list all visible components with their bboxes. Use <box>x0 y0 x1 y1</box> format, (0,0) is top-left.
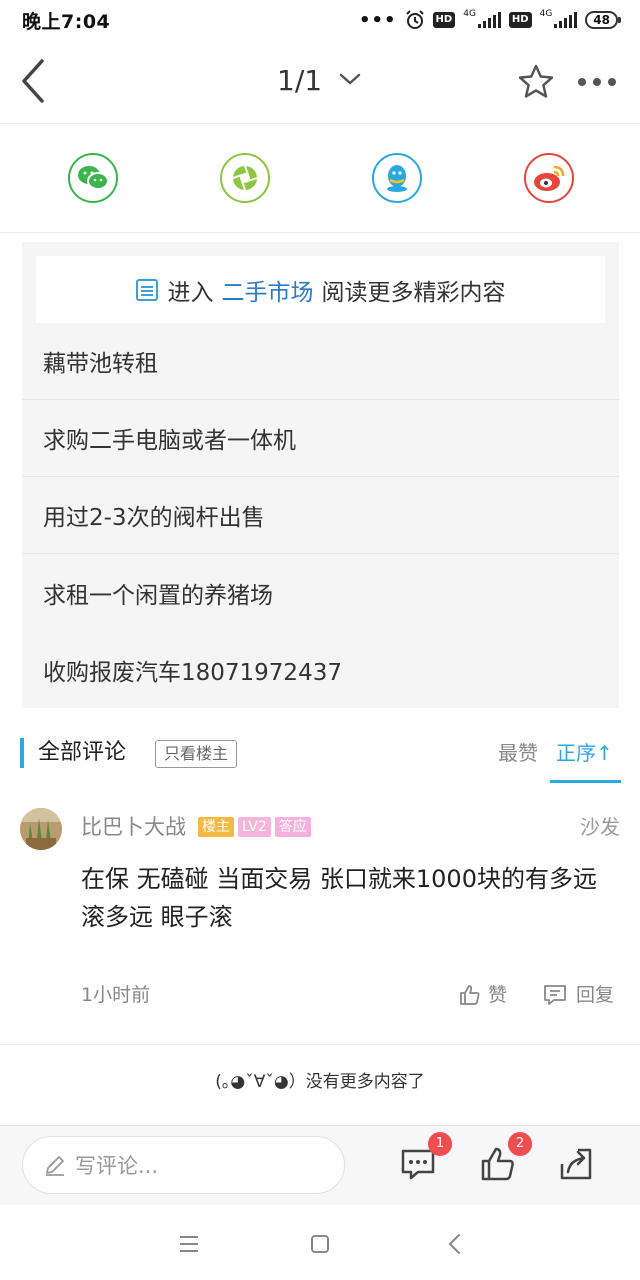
share-weibo-button[interactable] <box>524 153 574 203</box>
comment-timestamp: 1小时前 <box>81 984 151 1006</box>
moments-icon <box>232 165 258 191</box>
document-icon <box>135 278 158 301</box>
avatar-image <box>20 808 62 850</box>
thumbs-up-icon <box>460 985 480 1005</box>
comment-item: 比巴卜大战 楼主 LV2 答应 沙发 在保 无磕碰 当面交易 张口就来1000块… <box>0 800 640 1045</box>
wechat-icon <box>78 166 109 190</box>
system-nav-bar <box>0 1205 640 1280</box>
comment-reply-button[interactable]: 回复 <box>542 980 614 1010</box>
comments-header: 全部评论 只看楼主 最赞 正序↑ <box>0 722 640 784</box>
no-more-content-text: (｡◕ˇ∀ˇ◕）没有更多内容了 <box>215 1072 425 1092</box>
market-link[interactable]: 二手市场 <box>222 273 314 307</box>
like-label: 赞 <box>488 984 508 1006</box>
banner-prefix: 进入 <box>167 279 214 306</box>
battery-indicator: 48 <box>585 11 621 29</box>
share-button[interactable] <box>556 1144 596 1184</box>
comments-button[interactable]: 1 <box>398 1132 452 1184</box>
market-list-item[interactable]: 用过2-3次的阀杆出售 <box>22 477 619 554</box>
owner-badge: 楼主 <box>198 817 234 837</box>
home-button[interactable] <box>305 1229 335 1259</box>
network-type-1: 4G <box>463 8 476 19</box>
more-dot <box>593 78 601 86</box>
header-bar: 1/1 <box>0 40 640 124</box>
network-type-2: 4G <box>539 8 553 19</box>
market-list-item[interactable]: 藕带池转租 <box>22 323 619 400</box>
like-count-badge: 2 <box>508 1132 532 1156</box>
active-tab-indicator <box>550 780 621 783</box>
signal-icon-1 <box>477 12 501 28</box>
more-options-button[interactable] <box>578 72 622 92</box>
chevron-down-icon <box>339 73 361 85</box>
chevron-left-icon <box>448 1234 460 1254</box>
market-card: 进入 二手市场 阅读更多精彩内容 藕带池转租 求购二手电脑或者一体机 用过2-3… <box>22 242 619 708</box>
like-post-button[interactable]: 2 <box>478 1132 532 1184</box>
market-list-item[interactable]: 求租一个闲置的养猪场 <box>22 554 619 631</box>
answer-badge: 答应 <box>274 817 311 837</box>
comments-title: 全部评论 <box>38 740 127 765</box>
comment-text: 在保 无磕碰 当面交易 张口就来1000块的有多远滚多远 眼子滚 <box>81 865 597 931</box>
page-indicator-label: 1/1 <box>277 64 323 97</box>
share-wechat-button[interactable] <box>68 153 118 203</box>
share-moments-button[interactable] <box>220 153 270 203</box>
reply-icon <box>544 985 566 1005</box>
floor-label: 沙发 <box>580 815 620 839</box>
comment-user-name[interactable]: 比巴卜大战 <box>81 812 186 842</box>
comment-input-placeholder: 写评论... <box>75 1154 159 1178</box>
notification-dots: ••• <box>359 9 397 31</box>
status-icons: ••• HD 4G HD 4G 48 <box>359 8 621 31</box>
signal-icon-2 <box>554 12 578 28</box>
share-row <box>0 125 640 233</box>
market-list-item[interactable]: 收购报废汽车18071972437 <box>22 631 619 708</box>
favorite-button[interactable] <box>516 62 556 102</box>
home-square-icon <box>311 1235 329 1253</box>
menu-icon <box>180 1236 198 1252</box>
banner-suffix: 阅读更多精彩内容 <box>321 279 506 306</box>
status-time: 晚上7:04 <box>22 10 111 33</box>
qq-icon <box>387 165 407 192</box>
market-banner[interactable]: 进入 二手市场 阅读更多精彩内容 <box>36 256 605 323</box>
owner-only-filter[interactable]: 只看楼主 <box>155 740 238 768</box>
share-icon <box>560 1148 592 1180</box>
reply-label: 回复 <box>576 984 615 1006</box>
share-qq-button[interactable] <box>372 153 422 203</box>
comment-like-button[interactable]: 赞 <box>458 980 507 1010</box>
hd-badge-1: HD <box>432 12 456 28</box>
comment-input[interactable]: 写评论... <box>22 1136 345 1194</box>
user-badges: 楼主 LV2 答应 <box>198 817 311 837</box>
more-dot <box>578 78 586 86</box>
star-icon <box>518 64 554 98</box>
more-dot <box>608 78 616 86</box>
sort-by-likes-tab[interactable]: 最赞 <box>498 738 538 768</box>
sort-ascending-tab[interactable]: 正序↑ <box>556 738 613 768</box>
alarm-icon <box>405 10 424 29</box>
avatar[interactable] <box>20 808 62 850</box>
status-bar: 晚上7:04 ••• HD 4G HD 4G 48 <box>0 0 640 40</box>
weibo-icon <box>534 165 565 191</box>
bottom-action-bar: 写评论... 1 2 <box>0 1125 640 1205</box>
recent-apps-button[interactable] <box>174 1229 204 1259</box>
hd-badge-2: HD <box>508 12 532 28</box>
section-accent-bar <box>20 738 24 768</box>
level-badge: LV2 <box>238 817 271 837</box>
pencil-icon <box>46 1156 64 1176</box>
market-list-item[interactable]: 求购二手电脑或者一体机 <box>22 400 619 477</box>
system-back-button[interactable] <box>440 1229 470 1259</box>
comment-count-badge: 1 <box>428 1132 452 1156</box>
